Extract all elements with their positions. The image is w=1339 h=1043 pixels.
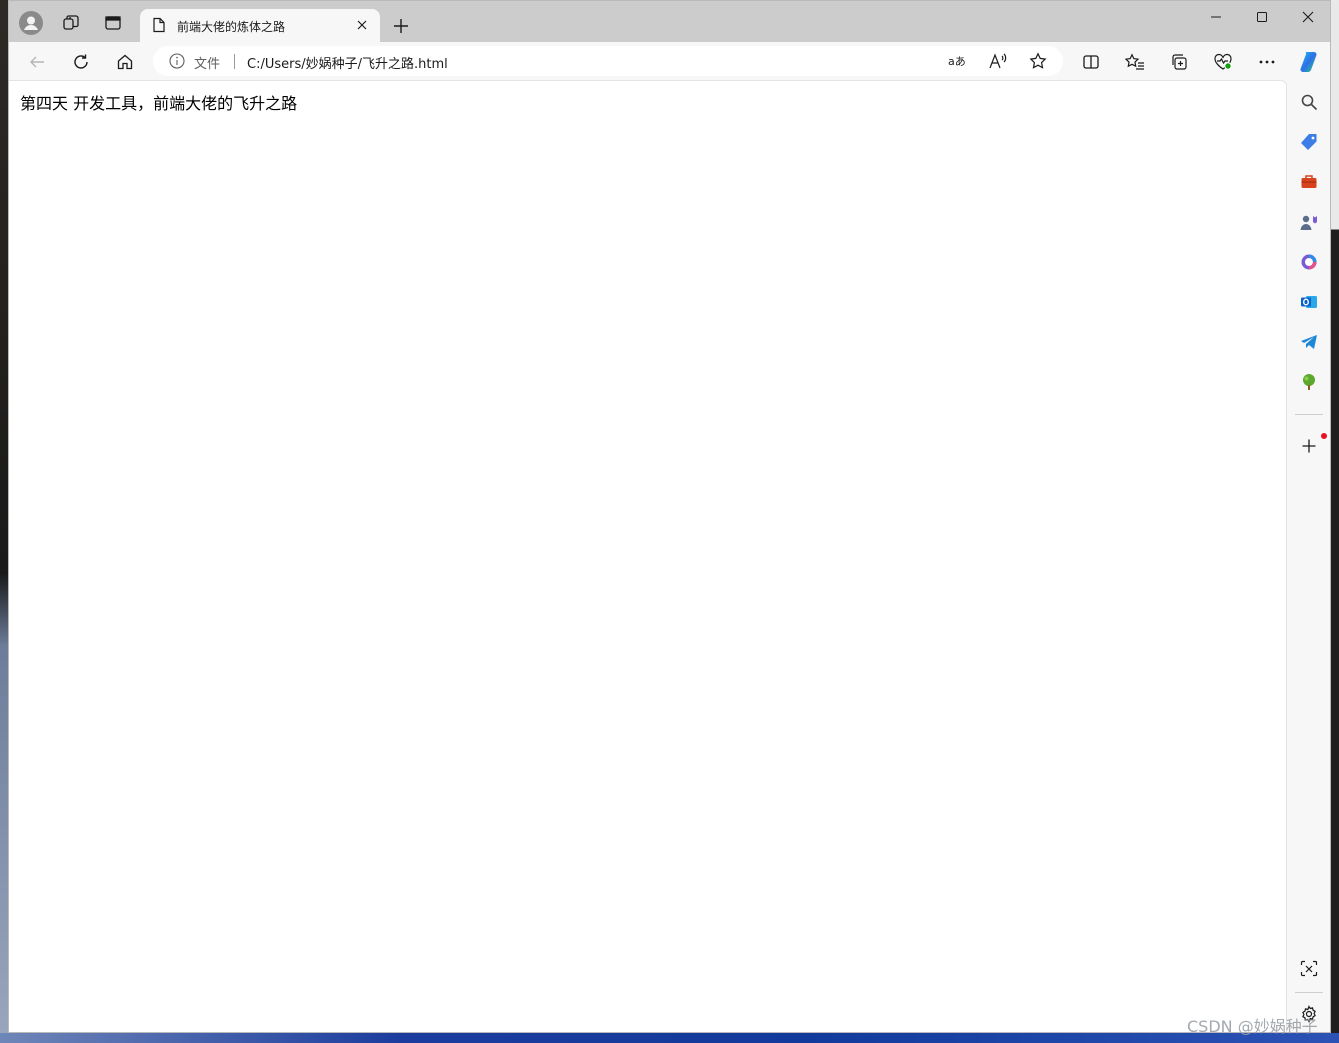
outlook-icon[interactable] (1295, 288, 1323, 316)
navigation-toolbar: 文件 C:/Users/妙娲种子/飞升之路.html aあ (9, 42, 1330, 80)
copilot-icon[interactable] (1295, 48, 1323, 76)
url-text[interactable]: C:/Users/妙娲种子/飞升之路.html (247, 53, 448, 72)
profile-avatar-icon[interactable] (18, 10, 44, 36)
read-aloud-icon[interactable] (986, 49, 1010, 73)
desktop-background-right (1331, 0, 1339, 1043)
maximize-icon[interactable] (1239, 5, 1285, 29)
sidebar-divider (1295, 414, 1323, 415)
plus-icon[interactable] (388, 13, 414, 39)
shopping-tag-icon[interactable] (1295, 128, 1323, 156)
favorites-icon[interactable] (1121, 48, 1149, 76)
scheme-label: 文件 (194, 57, 221, 72)
sidebar-divider-bottom (1295, 992, 1323, 993)
tools-briefcase-icon[interactable] (1295, 168, 1323, 196)
performance-icon[interactable] (1209, 48, 1237, 76)
screenshot-icon[interactable] (1295, 955, 1323, 983)
address-bar[interactable]: 文件 C:/Users/妙娲种子/飞升之路.html aあ (153, 46, 1063, 76)
star-icon[interactable] (1026, 49, 1050, 73)
vertical-tabs-icon[interactable] (100, 10, 126, 36)
edge-sidebar (1288, 80, 1330, 1032)
page-body-text: 第四天 开发工具，前端大佬的飞升之路 (20, 94, 298, 113)
tab-strip: 前端大佬的炼体之路 (9, 1, 1330, 42)
desktop-taskbar-strip (0, 1033, 1339, 1043)
add-icon[interactable] (1295, 432, 1323, 460)
address-divider (234, 54, 235, 69)
telegram-icon[interactable] (1295, 328, 1323, 356)
translate-icon[interactable]: aあ (946, 49, 970, 73)
desktop-background-left (0, 0, 8, 1043)
page-icon (152, 17, 166, 37)
refresh-icon[interactable] (67, 48, 95, 76)
search-icon[interactable] (1295, 88, 1323, 116)
web-content-area: 第四天 开发工具，前端大佬的飞升之路 (9, 80, 1287, 1032)
svg-text:aあ: aあ (948, 55, 966, 68)
info-icon[interactable] (169, 53, 185, 73)
browser-window: 前端大佬的炼体之路 文件 C:/Users/妙娲种子/飞升之路.html aあ … (8, 0, 1331, 1033)
tree-icon[interactable] (1295, 368, 1323, 396)
minimize-icon[interactable] (1193, 5, 1239, 29)
active-tab[interactable]: 前端大佬的炼体之路 (140, 9, 380, 42)
workspaces-icon[interactable] (58, 10, 84, 36)
csdn-watermark: CSDN @妙娲种子 (1187, 1017, 1318, 1036)
games-icon[interactable] (1295, 208, 1323, 236)
more-icon[interactable] (1253, 48, 1281, 76)
back-arrow-icon[interactable] (23, 48, 51, 76)
home-icon[interactable] (111, 48, 139, 76)
close-icon[interactable] (354, 17, 370, 33)
split-screen-icon[interactable] (1077, 48, 1105, 76)
office-icon[interactable] (1295, 248, 1323, 276)
close-window-icon[interactable] (1285, 5, 1331, 29)
tab-title: 前端大佬的炼体之路 (177, 20, 286, 34)
collections-icon[interactable] (1165, 48, 1193, 76)
notification-dot (1321, 433, 1327, 439)
